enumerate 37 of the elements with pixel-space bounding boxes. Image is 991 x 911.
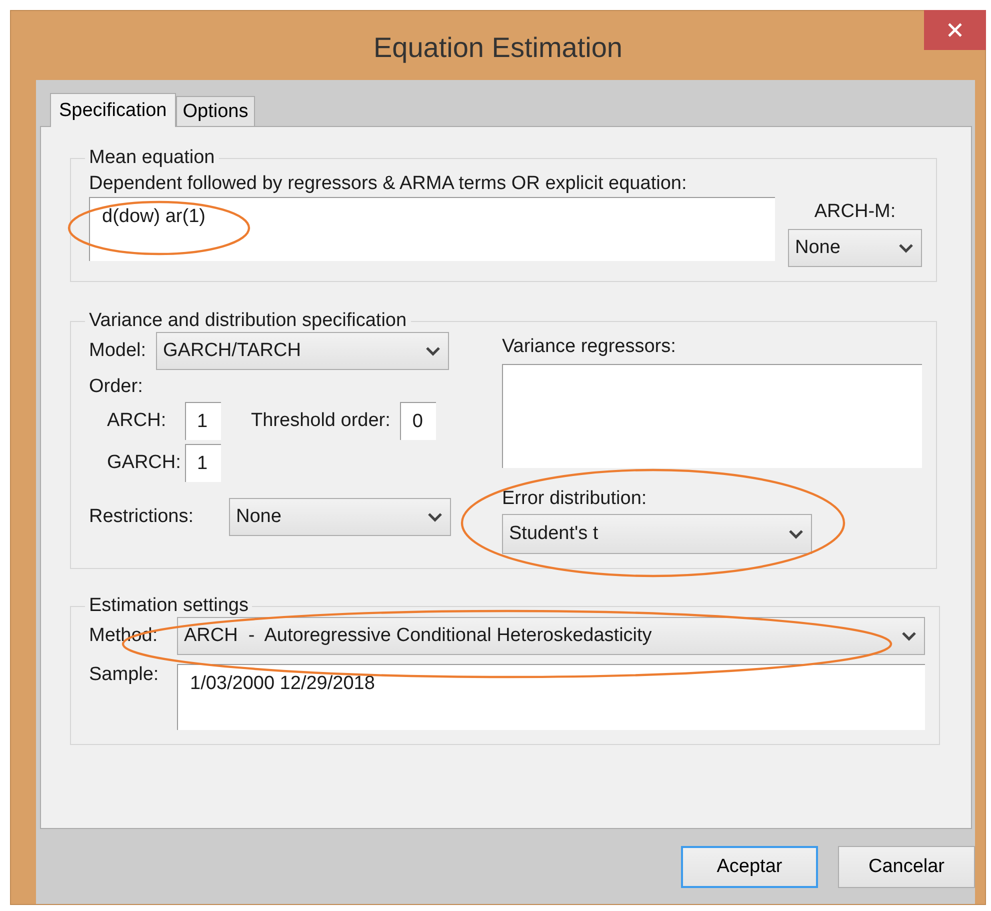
arch-m-dropdown[interactable]: None (788, 229, 922, 267)
close-icon (947, 22, 963, 38)
dialog-button[interactable]: Cancelar (838, 846, 975, 888)
field-label: Model: (89, 340, 146, 362)
sample-field[interactable]: 1/03/2000 12/29/2018 (177, 664, 925, 730)
method-dropdown[interactable]: ARCH - Autoregressive Conditional Heteroskedasticity (177, 617, 925, 655)
group-title: Variance and distribution specification (88, 310, 408, 332)
tab[interactable]: Options (176, 96, 256, 126)
threshold-order-field[interactable]: 0 (400, 402, 436, 440)
chevron-icon (426, 346, 440, 356)
group-title: Mean equation (88, 147, 216, 169)
field-label: Restrictions: (89, 506, 195, 528)
variance-regressors-field[interactable] (502, 364, 922, 468)
field-label: Sample: (89, 664, 160, 686)
field-label: ARCH-M: (814, 201, 896, 223)
field-label: Order: (89, 376, 144, 398)
error-distribution-dropdown[interactable]: Student's t (502, 514, 812, 554)
field-label: Dependent followed by regressors & ARMA terms OR explicit equation: (89, 173, 688, 195)
group-title: Estimation settings (88, 595, 250, 617)
model-dropdown[interactable]: GARCH/TARCH (156, 332, 450, 370)
field-label: ARCH: (107, 410, 168, 432)
field-label: Variance regressors: (502, 336, 677, 358)
restrictions-dropdown[interactable]: None (229, 498, 451, 536)
close-button[interactable] (924, 10, 986, 50)
window-title: Equation Estimation (373, 32, 623, 64)
chevron-icon (902, 632, 916, 640)
field-label: GARCH: (107, 452, 182, 474)
tab[interactable]: Specification (50, 93, 176, 127)
chevron-icon (789, 530, 803, 538)
dialog-button[interactable]: Aceptar (681, 846, 818, 888)
garch-order-field[interactable]: 1 (185, 444, 221, 482)
chevron-icon (899, 244, 913, 252)
field-label: Error distribution: (502, 488, 648, 510)
equation-field[interactable]: d(dow) ar(1) (89, 197, 775, 261)
arch-order-field[interactable]: 1 (185, 402, 221, 440)
field-label: Threshold order: (251, 410, 390, 432)
chevron-icon (428, 512, 442, 522)
